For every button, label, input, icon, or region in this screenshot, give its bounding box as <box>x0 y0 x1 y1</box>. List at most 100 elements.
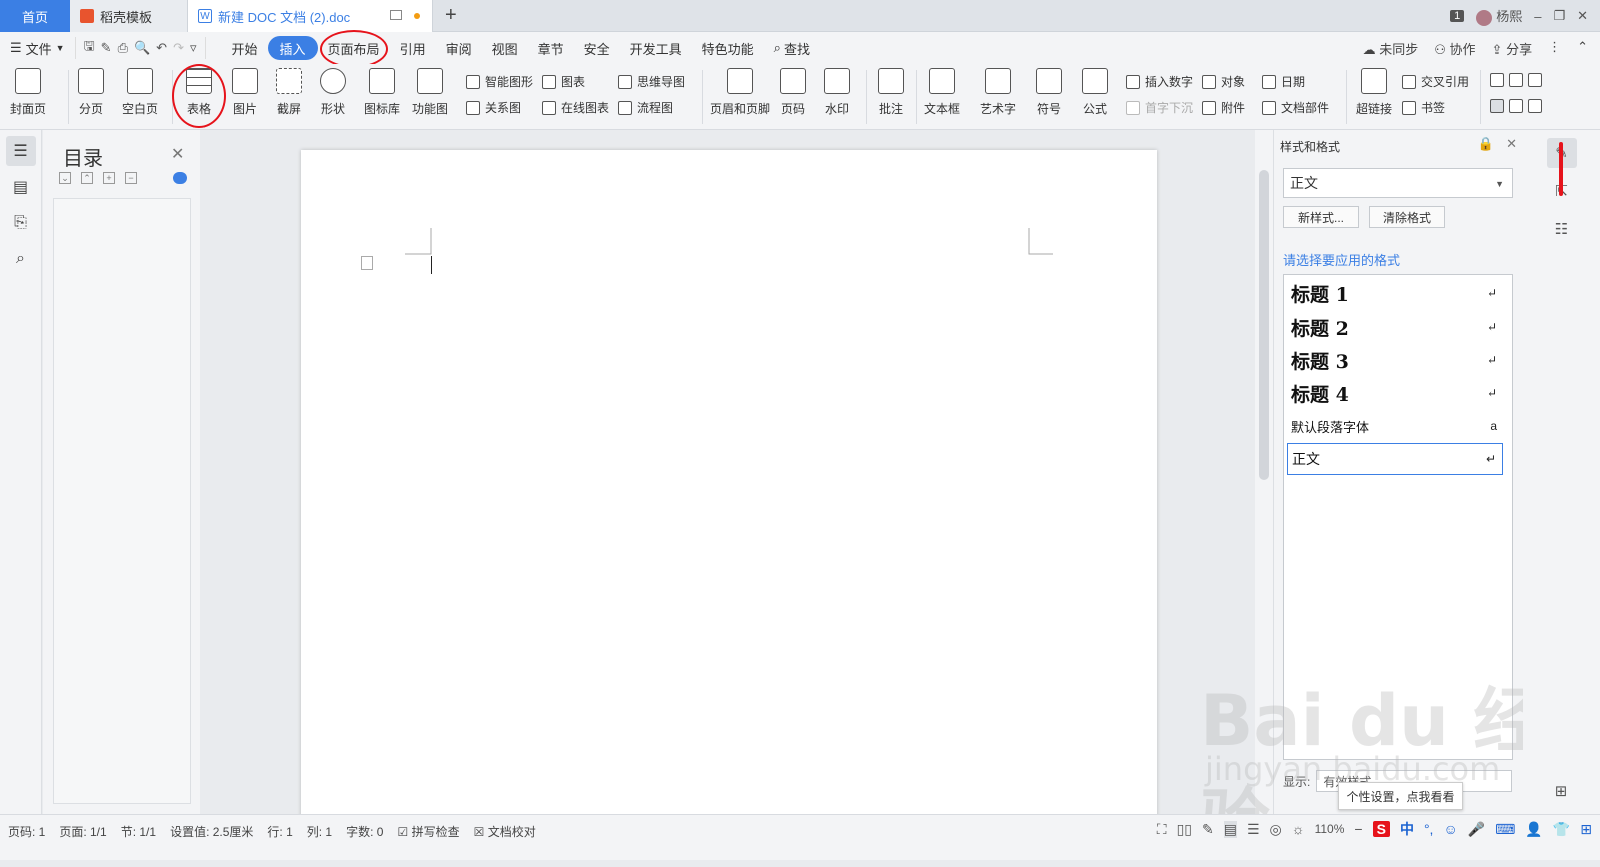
page-view-icon[interactable]: ▤ <box>1223 820 1237 838</box>
clear-format-button[interactable]: 清除格式 <box>1369 206 1445 228</box>
tab-chapter[interactable]: 章节 <box>528 36 574 60</box>
user-ime-icon[interactable]: 👤 <box>1525 821 1542 838</box>
bookmark-button[interactable]: 书签 <box>1402 99 1445 116</box>
close-icon[interactable]: ✕ <box>1506 136 1517 152</box>
drop-cap-button[interactable]: 首字下沉 <box>1126 99 1193 116</box>
zoom-level[interactable]: 110% <box>1315 822 1345 836</box>
collapse-ribbon-icon[interactable]: ⌃ <box>1577 39 1588 58</box>
tab-start[interactable]: 开始 <box>222 36 268 60</box>
shape-button[interactable]: 形状 <box>320 68 346 117</box>
zoom-out-icon[interactable]: − <box>1354 821 1362 837</box>
cross-ref-button[interactable]: 交叉引用 <box>1402 73 1469 90</box>
wordart-button[interactable]: 艺术字 <box>980 68 1016 117</box>
undo-icon[interactable]: ↶ <box>156 40 167 56</box>
skin-icon[interactable]: 👕 <box>1553 821 1570 838</box>
ime-lang[interactable]: 中 <box>1400 819 1414 839</box>
insert-number-button[interactable]: 插入数字 <box>1126 73 1193 90</box>
scroll-thumb[interactable] <box>1259 170 1269 480</box>
header-footer-button[interactable]: 页眉和页脚 <box>710 68 770 117</box>
grid-apps-icon[interactable]: ⊞ <box>1546 776 1576 806</box>
new-style-button[interactable]: 新样式... <box>1283 206 1359 228</box>
redo-icon[interactable]: ↷ <box>173 40 184 56</box>
style-heading-2[interactable]: 标题 2 ↵ <box>1287 311 1503 343</box>
view-mode-1-button[interactable] <box>1490 73 1547 87</box>
status-page[interactable]: 页面: 1/1 <box>59 823 106 840</box>
web-view-icon[interactable]: ◎ <box>1270 821 1282 838</box>
share-button[interactable]: ⇪ 分享 <box>1492 39 1533 58</box>
status-row[interactable]: 行: 1 <box>267 823 292 840</box>
style-default-font[interactable]: 默认段落字体 a <box>1287 410 1503 442</box>
paragraph-icon[interactable] <box>361 256 373 270</box>
minimize-icon[interactable]: – <box>1534 9 1541 24</box>
punct-icon[interactable]: °, <box>1424 821 1434 837</box>
style-heading-4[interactable]: 标题 4 ↵ <box>1287 377 1503 409</box>
comment-button[interactable]: 批注 <box>878 68 904 117</box>
collab-button[interactable]: ⚇ 协作 <box>1434 39 1475 58</box>
customize-icon[interactable]: ▿ <box>190 40 197 56</box>
status-page-number[interactable]: 页码: 1 <box>8 823 45 840</box>
new-tab-button[interactable]: + <box>445 4 457 27</box>
status-section[interactable]: 节: 1/1 <box>121 823 156 840</box>
monitor-icon[interactable] <box>390 10 402 20</box>
relation-chart-button[interactable]: 关系图 <box>466 99 521 116</box>
blank-page-button[interactable]: 空白页 <box>122 68 158 117</box>
file-menu[interactable]: ☰ 文件 ▼ <box>0 36 75 60</box>
collapse-icon[interactable]: ⌃ <box>81 172 93 184</box>
close-icon[interactable]: ✕ <box>171 144 184 164</box>
tab-developer[interactable]: 开发工具 <box>620 36 692 60</box>
formula-button[interactable]: 公式 <box>1082 68 1108 117</box>
page-break-button[interactable]: 分页 <box>78 68 104 117</box>
object-button[interactable]: 对象 <box>1202 73 1245 90</box>
textbox-button[interactable]: 文本框 <box>924 68 960 117</box>
icon-library-button[interactable]: 图标库 <box>364 68 400 117</box>
current-style-select[interactable]: 正文 ▼ <box>1283 168 1513 198</box>
doc-proofread-button[interactable]: ☒ 文档校对 <box>474 823 536 840</box>
view-mode-2-button[interactable] <box>1490 99 1547 113</box>
mic-icon[interactable]: 🎤 <box>1468 821 1485 838</box>
status-setting[interactable]: 设置值: 2.5厘米 <box>170 823 253 840</box>
symbol-button[interactable]: 符号 <box>1036 68 1062 117</box>
spell-check-button[interactable]: ☑ 拼写检查 <box>397 823 459 840</box>
window-count-badge[interactable]: 1 <box>1450 10 1465 22</box>
tab-view[interactable]: 视图 <box>482 36 528 60</box>
writing-mode-icon[interactable]: ✎ <box>1202 821 1214 838</box>
close-icon[interactable]: ✕ <box>1577 8 1588 24</box>
lock-icon[interactable]: 🔒 <box>1478 136 1494 152</box>
format-painter-icon[interactable]: ✎ <box>101 40 112 56</box>
mindmap-button[interactable]: 思维导图 <box>618 73 685 90</box>
tab-home[interactable]: 首页 <box>0 0 70 32</box>
personalize-tooltip[interactable]: 个性设置，点我看看 <box>1338 782 1463 810</box>
search-nav-icon[interactable]: ⌕ <box>6 244 36 274</box>
tab-security[interactable]: 安全 <box>574 36 620 60</box>
page-number-button[interactable]: 页码 <box>780 68 806 117</box>
styles-panel-title[interactable]: 样式和格式 <box>1280 138 1340 155</box>
date-button[interactable]: 日期 <box>1262 73 1305 90</box>
expand-icon[interactable]: ⌄ <box>59 172 71 184</box>
style-body[interactable]: 正文 ↵ <box>1287 443 1503 475</box>
style-heading-1[interactable]: 标题 1 ↵ <box>1287 277 1503 309</box>
sogou-ime-icon[interactable]: S <box>1372 821 1390 837</box>
outline-view-icon[interactable]: ☰ <box>1247 821 1260 838</box>
restore-icon[interactable]: ❐ <box>1553 8 1565 24</box>
smart-toc-icon[interactable] <box>173 172 187 184</box>
hyperlink-button[interactable]: 超链接 <box>1356 68 1392 117</box>
tab-features[interactable]: 特色功能 <box>692 36 764 60</box>
status-col[interactable]: 列: 1 <box>307 823 332 840</box>
tab-insert[interactable]: 插入 <box>267 36 318 60</box>
save-icon[interactable]: 🖫 <box>84 37 95 59</box>
emoji-icon[interactable]: ☺ <box>1443 821 1457 837</box>
bookmark-nav-icon[interactable]: ⎘ <box>6 208 36 238</box>
reading-mode-icon[interactable]: ▯▯ <box>1177 821 1192 838</box>
tab-template[interactable]: 稻壳模板 <box>70 0 188 32</box>
add-icon[interactable]: + <box>103 172 115 184</box>
tab-document[interactable]: W 新建 DOC 文档 (2).doc <box>188 0 433 32</box>
remove-icon[interactable]: − <box>125 172 137 184</box>
sync-button[interactable]: ☁ 未同步 <box>1363 39 1419 58</box>
function-chart-button[interactable]: 功能图 <box>412 68 448 117</box>
status-wordcount[interactable]: 字数: 0 <box>346 823 383 840</box>
pages-nav-icon[interactable]: ▤ <box>6 172 36 202</box>
ime-menu-icon[interactable]: ⊞ <box>1580 821 1592 838</box>
keyboard-icon[interactable]: ⌨ <box>1495 821 1515 838</box>
eye-care-icon[interactable]: ☼ <box>1292 821 1305 837</box>
tab-review[interactable]: 审阅 <box>436 36 482 60</box>
